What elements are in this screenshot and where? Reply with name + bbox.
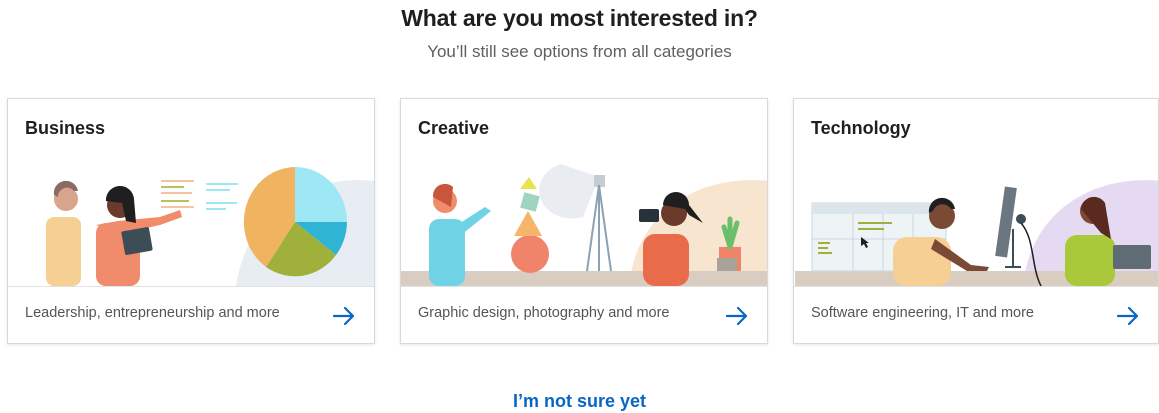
- card-description: Graphic design, photography and more: [418, 305, 670, 321]
- arrow-right-icon[interactable]: [725, 305, 749, 327]
- category-card-creative[interactable]: Creative Graphic design, photography and…: [400, 98, 768, 344]
- card-footer: Leadership, entrepreneurship and more: [8, 286, 374, 343]
- category-card-technology[interactable]: Technology Software engineering, IT and …: [793, 98, 1159, 344]
- arrow-right-icon[interactable]: [1116, 305, 1140, 327]
- card-title: Creative: [418, 118, 490, 138]
- card-title: Technology: [811, 118, 911, 138]
- arrow-right-icon[interactable]: [332, 305, 356, 327]
- pie-chart: [243, 167, 347, 277]
- technology-illustration: [795, 180, 1158, 286]
- page-subtitle: You’ll still see options from all catego…: [427, 42, 732, 61]
- page-title: What are you most interested in?: [401, 5, 758, 31]
- card-description: Software engineering, IT and more: [811, 305, 1035, 321]
- category-card-business[interactable]: Business Leadership, entrepreneurship an…: [7, 98, 375, 344]
- not-sure-yet-link[interactable]: I’m not sure yet: [0, 391, 1159, 412]
- card-title: Business: [25, 118, 106, 138]
- card-footer: Software engineering, IT and more: [794, 286, 1158, 343]
- business-illustration: [46, 167, 374, 286]
- creative-illustration: [401, 164, 767, 286]
- card-footer: Graphic design, photography and more: [401, 286, 767, 343]
- card-description: Leadership, entrepreneurship and more: [25, 305, 280, 321]
